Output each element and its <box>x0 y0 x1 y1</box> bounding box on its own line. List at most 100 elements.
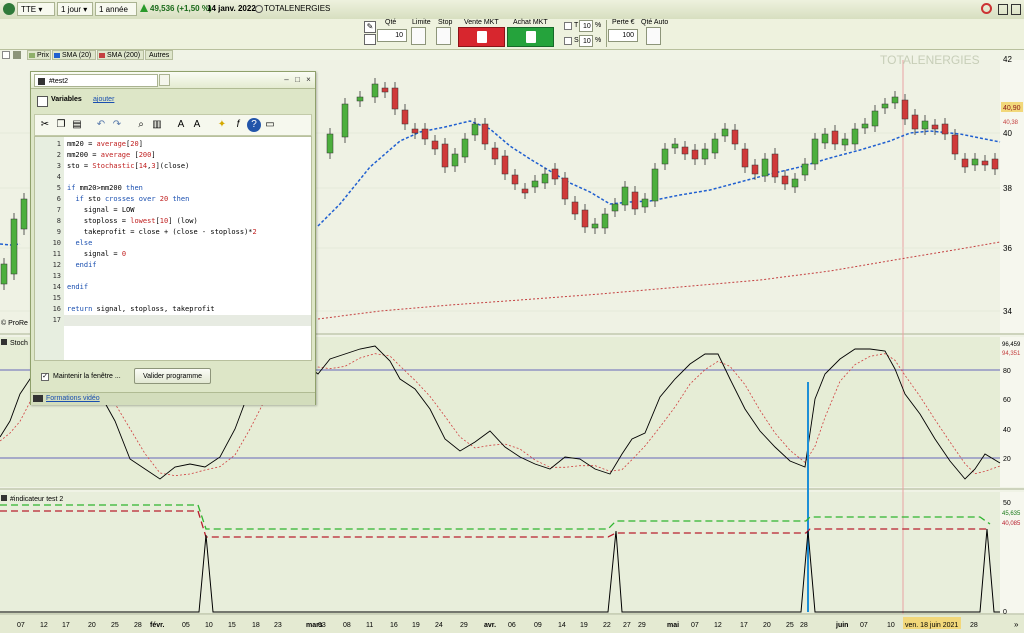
code-line[interactable]: else <box>67 238 92 249</box>
dock-icon[interactable] <box>998 4 1008 15</box>
search-icon[interactable]: ⌕ <box>134 118 148 132</box>
refresh-icon[interactable] <box>981 3 992 14</box>
copy-icon[interactable]: ❐ <box>54 118 68 132</box>
code-token: low <box>180 217 194 225</box>
window-icon[interactable] <box>1011 4 1021 15</box>
date-tick: mai <box>667 622 679 629</box>
font-increase-icon[interactable]: A <box>190 118 204 132</box>
code-token: mm200 <box>100 184 122 192</box>
code-line[interactable]: mm200 = average [200] <box>67 150 156 161</box>
auto-qty-label: Qté Auto <box>641 19 669 26</box>
scroll-right-button[interactable]: » <box>1014 620 1019 629</box>
editor-footer: Formations vidéo <box>31 392 315 405</box>
candle-body <box>611 203 619 212</box>
camera-icon[interactable] <box>364 34 376 45</box>
candle-body <box>941 123 949 135</box>
code-line[interactable]: endif <box>67 260 96 271</box>
minimize-icon[interactable]: – <box>282 75 291 84</box>
date-tick: 12 <box>40 622 48 629</box>
help-icon[interactable]: ? <box>247 118 261 132</box>
buy-market-button[interactable] <box>507 27 554 47</box>
info-icon[interactable] <box>255 5 263 13</box>
code-line[interactable]: mm20 = average[20] <box>67 139 143 150</box>
code-line[interactable]: signal = LOW <box>67 205 135 216</box>
date-tick: 27 <box>623 622 631 629</box>
stop-pct-input[interactable]: 10 <box>579 35 593 47</box>
undo-icon[interactable]: ↶ <box>94 118 108 132</box>
line-number: 5 <box>56 184 61 192</box>
candle-body <box>551 168 559 180</box>
code-token: average <box>96 140 127 148</box>
candle-body <box>681 146 689 155</box>
candle-body <box>791 178 799 188</box>
date-tick: 15 <box>228 622 236 629</box>
range-selector[interactable]: 1 année ▾ <box>95 2 137 28</box>
new-tab-button[interactable] <box>159 74 170 86</box>
date-tick: 25 <box>786 622 794 629</box>
indicator-tick: 0 <box>1003 609 1007 616</box>
candle-body <box>701 148 709 160</box>
function-icon[interactable]: f <box>231 118 245 132</box>
redo-icon[interactable]: ↷ <box>110 118 124 132</box>
auto-qty-button[interactable] <box>646 27 661 45</box>
paste-icon[interactable]: ▤ <box>70 118 84 132</box>
code-line[interactable]: sto = Stochastic[14,3](close) <box>67 161 189 172</box>
target-checkbox[interactable] <box>564 22 572 30</box>
code-line[interactable]: takeprofit = close + (close - stoploss)*… <box>67 227 257 238</box>
code-line[interactable]: if sto crosses over 20 then <box>67 194 189 205</box>
editor-toolbar: ✂ ❐ ▤ ↶ ↷ ⌕ ▥ A A ✦ f ? ▭ <box>34 114 312 136</box>
candle-body <box>621 186 629 206</box>
font-decrease-icon[interactable]: A <box>174 118 188 132</box>
print-icon[interactable]: ▭ <box>263 118 277 132</box>
date-tick: 07 <box>17 622 25 629</box>
code-editor-window[interactable]: #test2 – □ × Variables ajouter ✂ ❐ ▤ ↶ ↷… <box>30 71 316 405</box>
candle-body <box>841 138 849 146</box>
line-number: 14 <box>52 283 61 291</box>
wrench-icon[interactable]: ✎ <box>364 21 376 33</box>
code-line[interactable]: return signal, stoploss, takeprofit <box>67 304 215 315</box>
lightbulb-icon[interactable]: ✦ <box>215 118 229 132</box>
code-line[interactable]: endif <box>67 282 88 293</box>
code-token: ) <box>193 217 198 225</box>
stop-order-button[interactable] <box>436 27 451 45</box>
add-variable-link[interactable]: ajouter <box>93 96 114 103</box>
editor-tab[interactable]: #test2 <box>34 74 158 87</box>
date-tick: 16 <box>390 622 398 629</box>
editor-titlebar[interactable]: #test2 – □ × <box>31 72 315 89</box>
close-icon[interactable]: × <box>304 75 313 84</box>
code-token: stoploss <box>130 305 164 313</box>
maintain-window-label: Maintenir la fenêtre ... <box>53 373 121 380</box>
code-token: 2 <box>252 228 257 236</box>
code-line[interactable]: stoploss = lowest[10] (low) <box>67 216 198 227</box>
maintain-window-checkbox[interactable]: ✓ <box>41 373 49 381</box>
code-token: mm20 <box>79 184 97 192</box>
indicator-tick: 50 <box>1003 500 1011 507</box>
current-line-highlight <box>64 315 311 326</box>
cut-icon[interactable]: ✂ <box>38 118 52 132</box>
candle-body <box>981 160 989 166</box>
line-number: 9 <box>56 228 61 236</box>
stoch-tick: 80 <box>1003 368 1011 375</box>
limit-order-button[interactable] <box>411 27 426 45</box>
stop-checkbox[interactable] <box>564 37 572 45</box>
code-area[interactable]: 1 2 3 4 5 6 7 8 9 10 11 12 13 14 15 16 17 mm20 = average… <box>34 136 312 361</box>
find-replace-icon[interactable]: ▥ <box>150 118 164 132</box>
code-line[interactable]: signal = 0 <box>67 249 126 260</box>
video-tutorials-link[interactable]: Formations vidéo <box>46 395 100 402</box>
qty-input[interactable]: 10 <box>377 29 407 42</box>
code-line[interactable]: if mm20>mm200 then <box>67 183 143 194</box>
candle-body <box>381 87 389 93</box>
line-number: 2 <box>56 151 61 159</box>
candle-body <box>691 149 699 160</box>
loss-input[interactable]: 100 <box>608 29 638 42</box>
symbol-selector[interactable]: TTE ▾ <box>17 2 55 16</box>
validate-program-button[interactable]: Valider programme <box>134 368 211 384</box>
limit-label: Limite <box>412 19 431 26</box>
target-input[interactable]: 10 <box>579 20 593 32</box>
indicator-pane[interactable] <box>0 492 1000 614</box>
sell-market-button[interactable] <box>458 27 505 47</box>
loss-label: Perte € <box>612 19 635 26</box>
maximize-icon[interactable]: □ <box>293 75 302 84</box>
period-selector[interactable]: 1 jour ▾ <box>57 2 93 16</box>
candle-body <box>521 188 529 194</box>
